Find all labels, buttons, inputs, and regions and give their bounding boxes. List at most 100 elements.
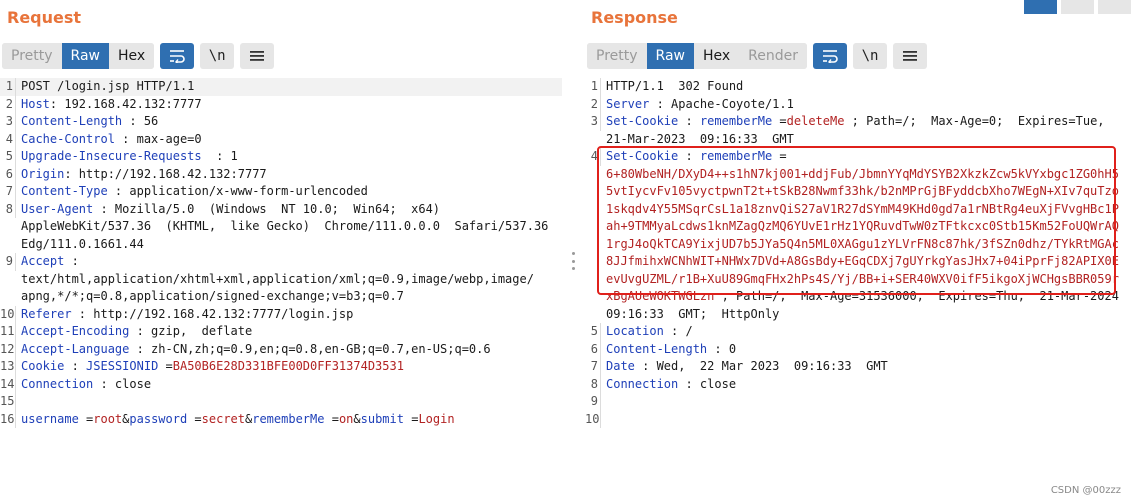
token: 21-Mar-2023 09:16:33 GMT: [606, 131, 794, 146]
token: root: [93, 411, 123, 426]
response-newline-button[interactable]: \n: [853, 43, 888, 69]
token: : 56: [122, 114, 159, 128]
line-content: Accept-Encoding : gzip, deflate: [21, 323, 252, 341]
request-newline-button[interactable]: \n: [200, 43, 235, 69]
request-pane: Request Pretty Raw Hex \n 1 POST /login.…: [0, 0, 562, 504]
request-line: 9 Accept :: [0, 253, 562, 271]
token: Content-Length: [21, 114, 123, 128]
token: : gzip, deflate: [129, 324, 253, 338]
line-number: 3: [0, 113, 16, 131]
line-content: Date : Wed, 22 Mar 2023 09:16:33 GMT: [606, 358, 888, 376]
line-content: Content-Length : 0: [606, 341, 736, 359]
token: Content-Length: [606, 341, 708, 356]
drag-handle-icon[interactable]: [572, 252, 575, 270]
request-line: 11 Accept-Encoding : gzip, deflate: [0, 323, 562, 341]
token: : zh-CN,zh;q=0.9,en;q=0.8,en-GB;q=0.7,en…: [129, 341, 491, 356]
token: =: [187, 411, 202, 426]
request-line: 14 Connection : close: [0, 375, 562, 394]
token: Accept: [21, 254, 65, 268]
wrap-icon: [823, 50, 838, 63]
response-tab-render[interactable]: Render: [739, 43, 808, 69]
response-tab-hex[interactable]: Hex: [693, 43, 740, 69]
token: JSESSIONID: [86, 359, 159, 373]
token: Connection: [21, 376, 94, 391]
token: : max-age=0: [114, 131, 202, 146]
token: submit: [360, 411, 404, 426]
request-toolbar: Pretty Raw Hex \n: [2, 43, 275, 69]
token: Host: [21, 96, 50, 111]
line-content: Connection : close: [21, 376, 151, 394]
token: :: [678, 114, 700, 128]
token: BA50B6E28D331BFE00D0FF31374D3531: [172, 359, 404, 373]
response-line: 09:16:33 GMT; HttpOnly: [585, 306, 1131, 324]
line-content: Connection : close: [606, 376, 736, 394]
token: =: [78, 411, 94, 426]
line-content: Content-Type : application/x-www-form-ur…: [21, 183, 368, 201]
request-wrap-button[interactable]: [160, 43, 195, 69]
request-menu-button[interactable]: [240, 43, 275, 69]
token: :: [64, 359, 87, 373]
token: Referer: [21, 306, 72, 321]
line-content: Host: 192.168.42.132:7777: [21, 96, 202, 114]
line-number: 1: [0, 78, 16, 96]
request-editor[interactable]: 1 POST /login.jsp HTTP/1.1 2 Host: 192.168.…: [0, 76, 562, 504]
line-number: 5: [585, 323, 601, 341]
request-line: 15: [0, 393, 562, 411]
line-content: User-Agent : Mozilla/5.0 (Windows NT 10.…: [21, 201, 440, 219]
response-menu-button[interactable]: [893, 43, 928, 69]
line-number: 7: [585, 358, 601, 376]
response-line: 6 Content-Length : 0: [585, 340, 1131, 359]
token: 09:16:33 GMT; HttpOnly: [606, 306, 780, 321]
layout-vertical-button[interactable]: [1098, 0, 1131, 14]
watermark: CSDN @00zzz: [1050, 485, 1121, 496]
token: =: [772, 114, 787, 128]
line-content: AppleWebKit/537.36 (KHTML, like Gecko) C…: [21, 218, 548, 236]
token: User-Agent: [21, 201, 94, 216]
line-number: 11: [0, 323, 16, 341]
line-content: Upgrade-Insecure-Requests : 1: [21, 148, 238, 166]
request-tab-hex[interactable]: Hex: [108, 43, 155, 69]
request-line: 4 Cache-Control : max-age=0: [0, 130, 562, 148]
response-line: 10: [585, 410, 1131, 428]
token: =: [158, 359, 173, 373]
token: Upgrade-Insecure-Requests: [21, 149, 202, 163]
pane-divider[interactable]: [562, 0, 585, 504]
token: Date: [606, 359, 635, 373]
layout-horizontal-button[interactable]: [1061, 0, 1094, 14]
request-line: 12 Accept-Language : zh-CN,zh;q=0.9,en;q=…: [0, 340, 562, 358]
response-view-tabs: Pretty Raw Hex Render: [587, 43, 808, 69]
request-tab-pretty[interactable]: Pretty: [2, 43, 62, 69]
line-number: 9: [585, 393, 601, 411]
token: Origin: [21, 166, 65, 181]
token: username: [21, 411, 79, 426]
response-line: 1 HTTP/1.1 302 Found: [585, 78, 1131, 96]
wrap-icon: [170, 50, 185, 63]
line-content: Origin: http://192.168.42.132:7777: [21, 166, 267, 184]
token: : Mozilla/5.0 (Windows NT 10.0; Win64; x…: [93, 201, 441, 216]
request-line: text/html,application/xhtml+xml,applicat…: [0, 271, 562, 289]
line-content: Location : /: [606, 323, 693, 341]
token: Login: [418, 411, 455, 426]
line-content: POST /login.jsp HTTP/1.1: [21, 78, 194, 96]
token: :: [64, 254, 79, 268]
line-content: HTTP/1.1 302 Found: [606, 78, 743, 96]
token: &: [353, 411, 361, 426]
response-tab-pretty[interactable]: Pretty: [587, 43, 647, 69]
line-content: Server : Apache-Coyote/1.1: [606, 96, 794, 114]
token: : Wed, 22 Mar 2023 09:16:33 GMT: [634, 359, 888, 373]
line-number: 10: [585, 410, 601, 428]
token: Edg/111.0.1661.44: [21, 236, 144, 251]
line-number: 4: [0, 130, 16, 148]
request-title: Request: [7, 8, 82, 27]
response-tab-raw[interactable]: Raw: [646, 43, 694, 69]
token: Accept-Language: [21, 341, 130, 356]
request-line: 8 User-Agent : Mozilla/5.0 (Windows NT 10…: [0, 200, 562, 219]
layout-split-button[interactable]: [1024, 0, 1057, 14]
response-wrap-button[interactable]: [813, 43, 848, 69]
token: Cache-Control: [21, 131, 115, 146]
request-tab-raw[interactable]: Raw: [61, 43, 109, 69]
token: : 1: [201, 149, 238, 163]
token: =: [403, 411, 419, 426]
line-content: Referer : http://192.168.42.132:7777/log…: [21, 306, 353, 324]
response-line: 5 Location : /: [585, 323, 1131, 341]
